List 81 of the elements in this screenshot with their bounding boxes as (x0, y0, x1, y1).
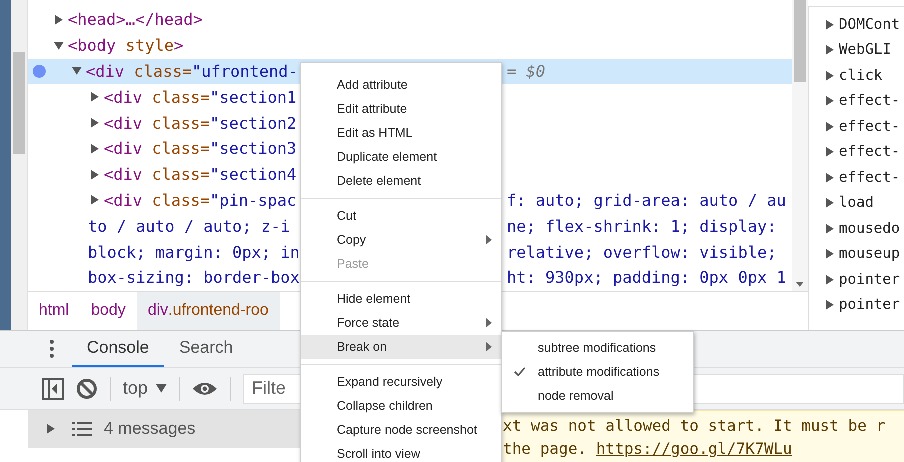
dom-node-text[interactable]: <div class="section3 (104, 139, 297, 158)
dom-node-text[interactable]: <div class="section2 (104, 114, 297, 133)
menu-item[interactable]: Hide element (301, 287, 501, 311)
menu-item[interactable]: node removal (502, 384, 693, 408)
event-listener-name[interactable]: effect- (839, 118, 900, 135)
context-dropdown[interactable]: top (123, 378, 168, 399)
collapse-triangle-icon[interactable] (72, 66, 82, 76)
expand-triangle-icon[interactable] (46, 424, 56, 434)
event-listener-name[interactable]: DOMCont (839, 16, 900, 33)
event-listener-name[interactable]: click (839, 68, 883, 84)
expand-triangle-icon[interactable] (90, 170, 100, 180)
scroll-down-icon[interactable] (796, 282, 804, 288)
expand-triangle-icon[interactable] (825, 224, 835, 234)
event-listener-name[interactable]: effect- (839, 170, 900, 186)
expand-triangle-icon[interactable] (825, 122, 835, 132)
list-icon (72, 422, 92, 436)
event-listener-name[interactable]: effect- (839, 93, 900, 110)
expand-triangle-icon[interactable] (90, 118, 100, 128)
style-text: box-sizing: border-box (88, 268, 300, 288)
menu-item[interactable]: subtree modifications (502, 336, 693, 360)
menu-item[interactable]: Cut (301, 204, 501, 228)
expand-triangle-icon[interactable] (825, 198, 835, 208)
style-text: to / auto / auto; z-i (88, 216, 290, 236)
dom-node-text[interactable]: <body style> (68, 36, 184, 56)
event-listener-name[interactable]: pointer (839, 272, 900, 288)
expand-triangle-icon[interactable] (825, 147, 835, 158)
event-listener-name[interactable]: WebGLI (839, 42, 892, 58)
eye-icon[interactable] (192, 380, 218, 396)
menu-item[interactable]: Delete element (301, 169, 501, 193)
style-text: ht: 930px; padding: 0px 0px 1 (507, 268, 786, 288)
menu-item[interactable]: Copy (301, 228, 501, 252)
caret-icon[interactable] (156, 384, 168, 393)
event-listener-name[interactable]: load (839, 195, 874, 212)
breadcrumb[interactable]: html (28, 292, 80, 330)
expand-triangle-icon[interactable] (825, 172, 835, 183)
menu-item[interactable]: Force state (301, 311, 501, 335)
expand-triangle-icon[interactable] (90, 144, 100, 154)
style-text: block; margin: 0px; in (88, 242, 300, 262)
event-listener-name[interactable]: mousedo (839, 220, 900, 237)
expand-triangle-icon[interactable] (825, 45, 835, 56)
drawer-tab[interactable]: Search (164, 331, 248, 367)
menu-item[interactable]: attribute modifications (502, 360, 693, 384)
event-listener-name[interactable]: pointer (839, 297, 900, 314)
breakpoint-dot-icon[interactable] (33, 64, 46, 78)
dom-node-text[interactable]: <head>…</head> (68, 10, 203, 30)
sidebar-toggle-icon[interactable] (42, 378, 64, 400)
menu-item[interactable]: Edit attribute (301, 97, 501, 121)
selected-node-marker: = $0 (507, 62, 546, 81)
event-listener-name[interactable]: effect- (839, 144, 900, 160)
dom-node-text[interactable]: <div class="pin-spac (104, 190, 297, 210)
expand-triangle-icon[interactable] (825, 249, 835, 260)
expand-triangle-icon[interactable] (825, 20, 835, 30)
menu-item[interactable]: Duplicate element (301, 145, 501, 169)
style-text: ne; flex-shrink: 1; display: (507, 216, 777, 236)
menu-item[interactable]: Edit as HTML (301, 121, 501, 145)
expand-triangle-icon[interactable] (90, 92, 100, 102)
event-listener-name[interactable]: mouseup (839, 246, 900, 262)
dom-node-text[interactable]: <div class="ufrontend- (86, 62, 298, 81)
scrollbar-thumb[interactable] (12, 52, 25, 154)
breadcrumb[interactable]: body (80, 292, 137, 330)
menu-item[interactable]: Add attribute (301, 73, 501, 97)
expand-triangle-icon[interactable] (825, 300, 835, 310)
expand-triangle-icon[interactable] (825, 96, 835, 106)
more-vertical-icon[interactable] (50, 340, 54, 358)
menu-item[interactable]: Expand recursively (301, 370, 501, 394)
collapse-triangle-icon[interactable] (54, 40, 64, 51)
expand-triangle-icon[interactable] (825, 274, 835, 285)
expand-triangle-icon[interactable] (825, 70, 835, 81)
warning-text: xt was not allowed to start. It must be r (503, 416, 887, 437)
dom-node-text: f: auto; grid-area: auto / au (507, 190, 786, 210)
clear-console-icon[interactable] (76, 378, 98, 400)
warning-link[interactable]: https://goo.gl/7K7WLu (596, 440, 792, 458)
dom-node-text[interactable]: <div class="section1 (104, 88, 297, 107)
scrollbar-thumb[interactable] (794, 0, 806, 82)
dom-node-text[interactable]: <div class="section4 (104, 165, 297, 184)
style-text: relative; overflow: visible; (507, 242, 777, 262)
menu-item[interactable]: Break on (301, 335, 501, 359)
warning-text: the page. (503, 440, 587, 458)
expand-triangle-icon[interactable] (54, 14, 64, 25)
breadcrumb[interactable]: div.ufrontend-roo (136, 292, 280, 330)
expand-triangle-icon[interactable] (90, 195, 100, 206)
